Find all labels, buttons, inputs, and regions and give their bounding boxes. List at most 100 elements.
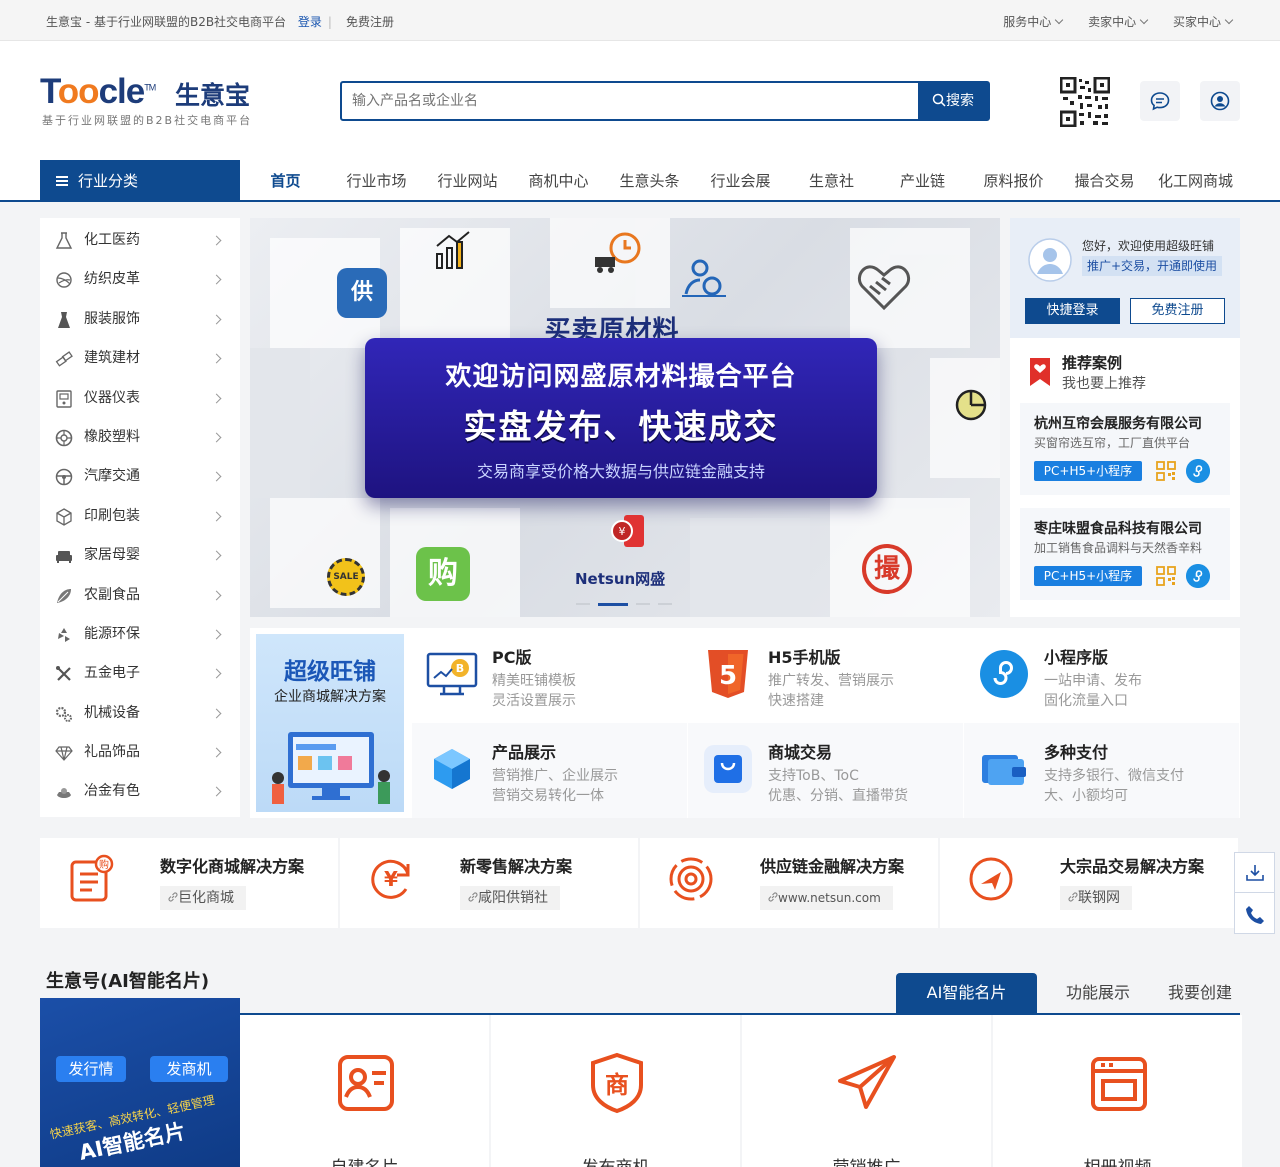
feature-h5[interactable]: 5 H5手机版 推广转发、营销展示 快速搭建 bbox=[688, 628, 963, 723]
solution-card[interactable]: 供应链金融解决方案 www.netsun.com bbox=[640, 838, 940, 928]
feature-pc[interactable]: B PC版 精美旺铺模板 灵活设置展示 bbox=[412, 628, 687, 723]
section-title: 生意号(AI智能名片) bbox=[46, 971, 210, 992]
buyer-center-menu[interactable]: 买家中心 bbox=[1173, 15, 1234, 29]
tag-business: 发商机 bbox=[150, 1056, 228, 1082]
search-icon bbox=[932, 93, 946, 107]
qr-code-icon[interactable] bbox=[1156, 461, 1176, 481]
service-center-menu[interactable]: 服务中心 bbox=[1003, 15, 1064, 29]
solution-card[interactable]: 大宗品交易解决方案 联钢网 bbox=[940, 838, 1240, 928]
solution-link[interactable]: 咸阳供销社 bbox=[460, 886, 560, 910]
solution-icon-box: ¥ bbox=[340, 838, 440, 928]
feature-payment[interactable]: 多种支付 支持多银行、微信支付 大、小额均可 bbox=[964, 723, 1239, 818]
register-link[interactable]: 免费注册 bbox=[346, 15, 394, 29]
solution-card[interactable]: 购 数字化商城解决方案 巨化商城 bbox=[40, 838, 340, 928]
free-register-button[interactable]: 免费注册 bbox=[1130, 298, 1225, 324]
category-menu-button[interactable]: 行业分类 bbox=[40, 160, 240, 202]
feature-mall-trade[interactable]: 商城交易 支持ToB、ToC 优惠、分销、直播带货 bbox=[688, 723, 963, 818]
nav-material-prices[interactable]: 原料报价 bbox=[968, 160, 1059, 202]
super-wangpu-section: 超级旺铺 企业商城解决方案 B PC版 精美旺铺模板 灵活设置展示 5 H5手机… bbox=[250, 628, 1240, 818]
nav-exhibitions[interactable]: 行业会展 bbox=[695, 160, 786, 202]
download-icon bbox=[1246, 865, 1264, 881]
solution-link[interactable]: www.netsun.com bbox=[760, 886, 893, 910]
ingot-icon bbox=[57, 788, 71, 799]
nav-chem-mall[interactable]: 化工网商城 bbox=[1150, 160, 1241, 202]
category-item[interactable]: 仪器仪表 bbox=[40, 379, 240, 418]
solution-icon-box: 购 bbox=[40, 838, 140, 928]
ai-feature-cards: 自建名片 商 发布商机 营销推广 相册视频 bbox=[240, 1015, 1242, 1167]
message-button[interactable] bbox=[1140, 81, 1180, 121]
case-card[interactable]: 枣庄味盟食品科技有限公司 加工销售食品调料与天然香辛料 PC+H5+小程序 bbox=[1020, 508, 1230, 600]
download-button[interactable] bbox=[1235, 853, 1274, 893]
nav-industry-sites[interactable]: 行业网站 bbox=[422, 160, 513, 202]
case-card[interactable]: 杭州互帘会展服务有限公司 买窗帘选互帘，工厂直供平台 PC+H5+小程序 bbox=[1020, 403, 1230, 495]
tab-create[interactable]: 我要创建 bbox=[1160, 973, 1240, 1013]
card-album-video[interactable]: 相册视频 bbox=[993, 1015, 1242, 1167]
nav-matching-trade[interactable]: 撮合交易 bbox=[1059, 160, 1150, 202]
banner-line1: 欢迎访问网盛原材料撮合平台 bbox=[445, 362, 797, 392]
category-item[interactable]: 橡胶塑料 bbox=[40, 418, 240, 457]
case-tag[interactable]: PC+H5+小程序 bbox=[1034, 461, 1142, 481]
carousel-dot[interactable] bbox=[636, 603, 650, 605]
category-item[interactable]: 能源环保 bbox=[40, 615, 240, 654]
solution-title: 新零售解决方案 bbox=[460, 857, 573, 876]
solution-link[interactable]: 巨化商城 bbox=[160, 886, 246, 910]
carousel-dot-active[interactable] bbox=[598, 603, 628, 606]
search-button[interactable]: 搜索 bbox=[918, 83, 988, 119]
feature-desc: 快速搭建 bbox=[768, 693, 824, 709]
logo-tagline: 基于行业网联盟的B2B社交电商平台 bbox=[42, 114, 253, 127]
nav-shengyishe[interactable]: 生意社 bbox=[786, 160, 877, 202]
chevron-right-icon bbox=[211, 511, 222, 522]
ai-card-promo[interactable]: 发行情 发商机 快速获客、高效转化、轻便管理 AI智能名片 bbox=[40, 998, 240, 1167]
quick-login-button[interactable]: 快捷登录 bbox=[1025, 298, 1120, 324]
main-nav: 行业分类 首页 行业市场 行业网站 商机中心 生意头条 行业会展 生意社 产业链… bbox=[0, 160, 1280, 202]
mini-program-icon bbox=[980, 650, 1028, 698]
logo-cn: 生意宝 bbox=[175, 81, 251, 110]
card-marketing[interactable]: 营销推广 bbox=[742, 1015, 991, 1167]
solution-card[interactable]: ¥ 新零售解决方案 咸阳供销社 bbox=[340, 838, 640, 928]
category-item[interactable]: 五金电子 bbox=[40, 654, 240, 693]
mini-program-icon[interactable] bbox=[1186, 564, 1210, 588]
category-item[interactable]: 礼品饰品 bbox=[40, 733, 240, 772]
nav-home[interactable]: 首页 bbox=[240, 160, 331, 202]
nav-headlines[interactable]: 生意头条 bbox=[604, 160, 695, 202]
steering-wheel-icon bbox=[55, 469, 73, 486]
carousel-dot[interactable] bbox=[658, 603, 672, 605]
solution-link[interactable]: 联钢网 bbox=[1060, 886, 1132, 910]
site-logo[interactable]: ToocleTM 生意宝 基于行业网联盟的B2B社交电商平台 bbox=[40, 72, 265, 130]
search-input[interactable] bbox=[342, 83, 918, 119]
category-item[interactable]: 农副食品 bbox=[40, 576, 240, 615]
card-create-card[interactable]: 自建名片 bbox=[240, 1015, 489, 1167]
category-item[interactable]: 化工医药 bbox=[40, 221, 240, 260]
login-link[interactable]: 登录 bbox=[298, 15, 322, 29]
delivery-clock-icon bbox=[595, 232, 641, 273]
category-item[interactable]: 汽摩交通 bbox=[40, 457, 240, 496]
qr-code-icon bbox=[1060, 77, 1110, 127]
nav-industry-market[interactable]: 行业市场 bbox=[331, 160, 422, 202]
category-item[interactable]: 纺织皮革 bbox=[40, 260, 240, 299]
carousel-dot[interactable] bbox=[576, 603, 590, 605]
case-tag[interactable]: PC+H5+小程序 bbox=[1034, 566, 1142, 586]
wangpu-promo[interactable]: 超级旺铺 企业商城解决方案 bbox=[256, 634, 404, 812]
category-item[interactable]: 服装服饰 bbox=[40, 300, 240, 339]
tab-features[interactable]: 功能展示 bbox=[1051, 973, 1145, 1013]
feature-mini-program[interactable]: 小程序版 一站申请、发布 固化流量入口 bbox=[964, 628, 1239, 723]
recommend-sub-link[interactable]: 我也要上推荐 bbox=[1062, 373, 1146, 393]
category-item[interactable]: 冶金有色 bbox=[40, 772, 240, 811]
card-label: 营销推广 bbox=[742, 1153, 991, 1167]
tab-ai-card[interactable]: AI智能名片 bbox=[896, 973, 1037, 1013]
card-publish-business[interactable]: 商 发布商机 bbox=[491, 1015, 740, 1167]
nav-industry-chain[interactable]: 产业链 bbox=[877, 160, 968, 202]
nav-business-center[interactable]: 商机中心 bbox=[513, 160, 604, 202]
category-item[interactable]: 印刷包装 bbox=[40, 497, 240, 536]
user-button[interactable] bbox=[1200, 81, 1240, 121]
shop-screen-illustration bbox=[272, 732, 390, 804]
category-item[interactable]: 家居母婴 bbox=[40, 536, 240, 575]
mini-program-icon[interactable] bbox=[1186, 459, 1210, 483]
hero-banner[interactable]: 供 买卖原材料 欢迎访问网盛原材料撮合平台 实盘发布、快速成交 交易商享受价格大… bbox=[250, 218, 1000, 617]
qr-code-icon[interactable] bbox=[1156, 566, 1176, 586]
category-item[interactable]: 机械设备 bbox=[40, 694, 240, 733]
phone-button[interactable] bbox=[1235, 894, 1274, 934]
feature-products[interactable]: 产品展示 营销推广、企业展示 营销交易转化一体 bbox=[412, 723, 687, 818]
seller-center-menu[interactable]: 卖家中心 bbox=[1088, 15, 1149, 29]
category-item[interactable]: 建筑建材 bbox=[40, 339, 240, 378]
